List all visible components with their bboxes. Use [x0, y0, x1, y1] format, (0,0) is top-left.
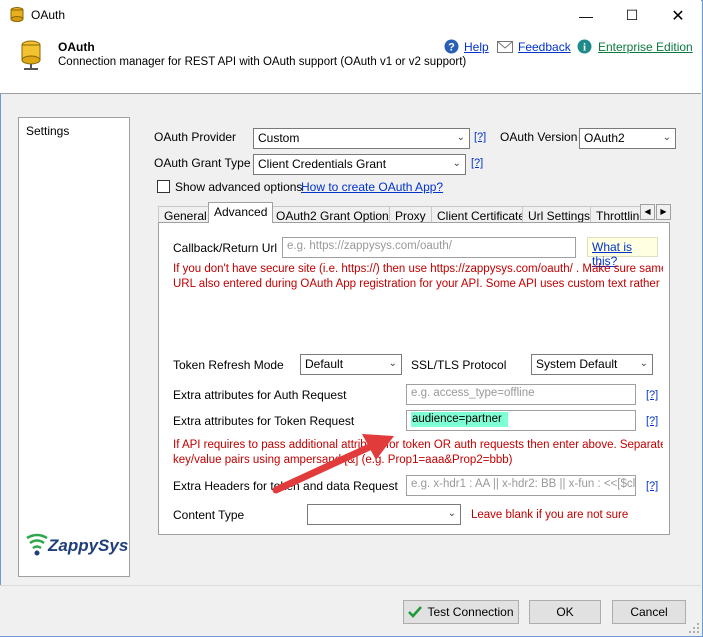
- tab-advanced[interactable]: Advanced: [208, 202, 274, 223]
- zappysys-logo-icon: [26, 533, 48, 556]
- tab-client-certificate[interactable]: Client Certificate: [431, 206, 532, 223]
- extra-auth-label: Extra attributes for Auth Request: [173, 388, 347, 402]
- extra-token-value: audience=partner: [411, 412, 508, 427]
- sidebar: Settings ZappySys: [18, 117, 130, 577]
- callback-note: If you don't have secure site (i.e. http…: [173, 263, 663, 290]
- grant-type-help[interactable]: [?]: [471, 157, 483, 169]
- sidebar-item-settings[interactable]: Settings: [26, 124, 69, 138]
- checkmark-icon: [408, 606, 423, 618]
- chevron-down-icon: ⌄: [456, 132, 465, 143]
- help-icon: ?: [444, 39, 459, 54]
- window-title: OAuth: [31, 8, 66, 22]
- chevron-down-icon: ⌄: [447, 508, 456, 519]
- zappysys-logo-text: ZappySys: [48, 536, 129, 555]
- extra-auth-help[interactable]: [?]: [646, 389, 658, 401]
- extra-token-input[interactable]: audience=partner: [406, 410, 636, 431]
- mail-icon: [497, 41, 513, 53]
- tab-strip: General Advanced OAuth2 Grant Options Pr…: [158, 202, 640, 223]
- header-title: OAuth: [58, 40, 95, 54]
- resize-grip-icon[interactable]: [688, 622, 700, 634]
- oauth-version-label: OAuth Version: [500, 130, 578, 144]
- content-type-select[interactable]: ⌄: [307, 504, 461, 525]
- content-type-label: Content Type: [173, 508, 245, 522]
- tab-url-settings[interactable]: Url Settings: [522, 206, 597, 223]
- tab-scroll-right-button[interactable]: ▶: [656, 204, 671, 220]
- tab-scroll-left-button[interactable]: ◀: [640, 204, 655, 220]
- feedback-link[interactable]: Feedback: [518, 40, 571, 54]
- show-advanced-checkbox[interactable]: [157, 180, 170, 193]
- info-icon: i: [577, 39, 592, 54]
- annotation-arrow-icon: [272, 434, 394, 494]
- chevron-down-icon: ⌄: [452, 158, 461, 169]
- tab-general[interactable]: General: [158, 206, 213, 223]
- extra-token-label: Extra attributes for Token Request: [173, 414, 355, 428]
- svg-text:i: i: [583, 42, 586, 54]
- extra-headers-help[interactable]: [?]: [646, 480, 658, 492]
- ssl-protocol-label: SSL/TLS Protocol: [411, 358, 507, 372]
- title-bar: OAuth — ☐ ✕: [0, 0, 701, 31]
- chevron-down-icon: ⌄: [662, 132, 671, 143]
- how-to-create-app-link[interactable]: How to create OAuth App?: [301, 180, 443, 194]
- token-refresh-select[interactable]: Default ⌄: [300, 354, 402, 375]
- callback-url-label: Callback/Return Url: [173, 241, 278, 255]
- svg-text:?: ?: [448, 42, 455, 54]
- show-advanced-label: Show advanced options: [175, 180, 303, 194]
- tab-oauth2-grant-options[interactable]: OAuth2 Grant Options: [270, 206, 401, 223]
- minimize-button[interactable]: —: [563, 0, 609, 31]
- tab-throttling[interactable]: Throttling: [590, 206, 640, 223]
- close-button[interactable]: ✕: [655, 0, 701, 31]
- enterprise-edition-link[interactable]: Enterprise Edition: [598, 40, 693, 54]
- test-connection-button[interactable]: Test Connection: [403, 600, 519, 624]
- app-icon: [10, 7, 24, 22]
- ssl-protocol-select[interactable]: System Default ⌄: [531, 354, 653, 375]
- cancel-button[interactable]: Cancel: [612, 600, 686, 624]
- oauth-provider-select[interactable]: Custom ⌄: [253, 128, 470, 149]
- header-separator: [0, 93, 701, 94]
- content-type-note: Leave blank if you are not sure: [471, 509, 629, 521]
- maximize-button[interactable]: ☐: [609, 0, 655, 31]
- ok-button[interactable]: OK: [529, 600, 601, 624]
- tab-proxy[interactable]: Proxy: [389, 206, 432, 223]
- oauth-version-select[interactable]: OAuth2 ⌄: [579, 128, 676, 149]
- chevron-down-icon: ⌄: [388, 358, 397, 369]
- database-icon: [21, 40, 41, 70]
- oauth-provider-help[interactable]: [?]: [474, 131, 486, 143]
- token-refresh-label: Token Refresh Mode: [173, 358, 284, 372]
- what-is-this-link[interactable]: What is this?: [587, 237, 658, 268]
- help-link[interactable]: Help: [464, 40, 489, 54]
- extra-attributes-note: If API requires to pass additional attri…: [173, 439, 663, 466]
- extra-headers-input[interactable]: e.g. x-hdr1 : AA || x-hdr2: BB || x-fun …: [406, 475, 636, 496]
- extra-auth-input[interactable]: e.g. access_type=offline: [406, 384, 636, 405]
- callback-url-input[interactable]: e.g. https://zappysys.com/oauth/: [282, 237, 576, 258]
- header-subtitle: Connection manager for REST API with OAu…: [58, 56, 467, 68]
- grant-type-label: OAuth Grant Type: [154, 156, 251, 170]
- oauth-provider-label: OAuth Provider: [154, 130, 237, 144]
- extra-token-help[interactable]: [?]: [646, 415, 658, 427]
- grant-type-select[interactable]: Client Credentials Grant ⌄: [253, 154, 466, 175]
- chevron-down-icon: ⌄: [639, 358, 648, 369]
